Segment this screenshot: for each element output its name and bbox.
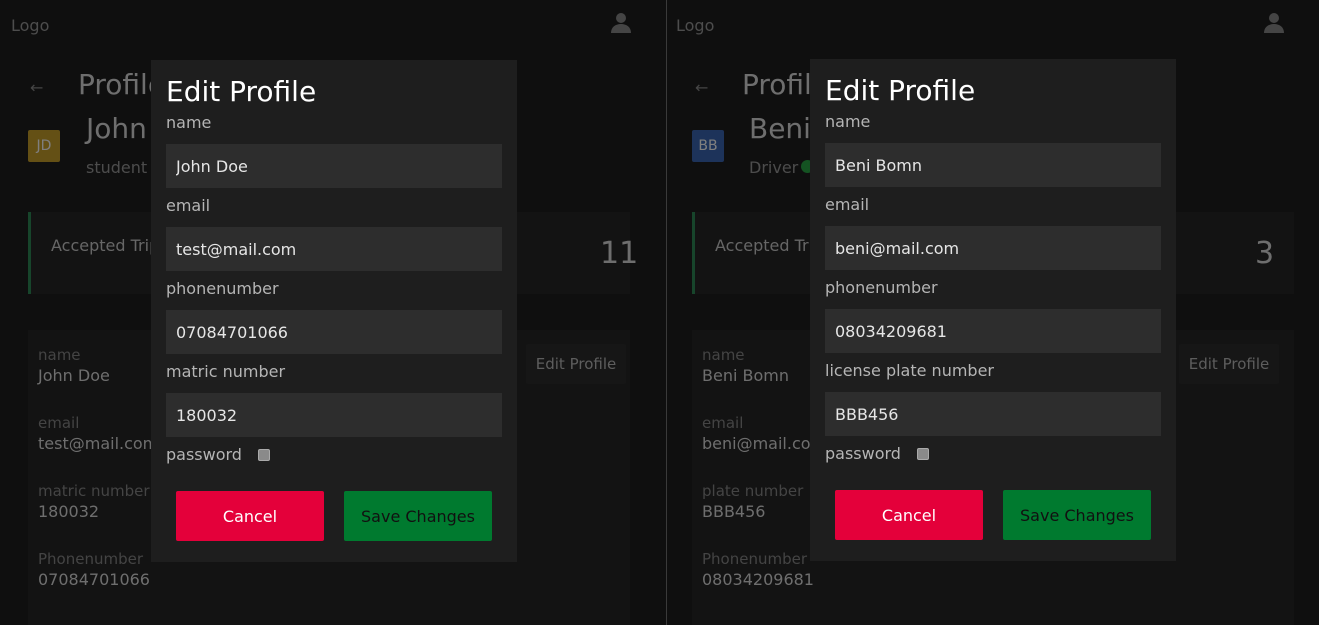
matric-number-input[interactable] bbox=[166, 393, 502, 437]
password-row: password bbox=[166, 443, 502, 467]
modal-title: Edit Profile bbox=[166, 75, 317, 108]
email-input[interactable] bbox=[166, 227, 502, 271]
cancel-button[interactable]: Cancel bbox=[176, 491, 324, 541]
cancel-button[interactable]: Cancel bbox=[835, 490, 983, 540]
save-changes-button[interactable]: Save Changes bbox=[344, 491, 492, 541]
profile-screen-student: Logo ← Profile JD John Doe student Accep… bbox=[0, 0, 666, 625]
modal-actions: Cancel Save Changes bbox=[825, 490, 1161, 540]
name-input[interactable] bbox=[825, 143, 1161, 187]
phonenumber-label: phonenumber bbox=[825, 278, 938, 297]
email-label: email bbox=[166, 196, 211, 215]
password-row: password bbox=[825, 442, 1161, 466]
name-label: name bbox=[825, 112, 871, 131]
name-input[interactable] bbox=[166, 144, 502, 188]
profile-screen-driver: Logo ← Profile BB Beni Bomn Driver Accep… bbox=[667, 0, 1319, 625]
password-checkbox[interactable] bbox=[916, 448, 929, 460]
password-label: password bbox=[166, 445, 242, 464]
save-changes-button[interactable]: Save Changes bbox=[1003, 490, 1151, 540]
license-plate-number-label: license plate number bbox=[825, 361, 994, 380]
name-label: name bbox=[166, 113, 212, 132]
license-plate-number-input[interactable] bbox=[825, 392, 1161, 436]
phonenumber-input[interactable] bbox=[825, 309, 1161, 353]
matric-number-label: matric number bbox=[166, 362, 286, 381]
edit-profile-modal: Edit Profile name email phonenumber lice… bbox=[810, 59, 1176, 561]
password-checkbox[interactable] bbox=[257, 449, 270, 461]
modal-actions: Cancel Save Changes bbox=[166, 491, 502, 541]
phonenumber-input[interactable] bbox=[166, 310, 502, 354]
email-input[interactable] bbox=[825, 226, 1161, 270]
edit-profile-modal: Edit Profile name email phonenumber matr… bbox=[151, 60, 517, 562]
password-label: password bbox=[825, 444, 901, 463]
phonenumber-label: phonenumber bbox=[166, 279, 279, 298]
email-label: email bbox=[825, 195, 870, 214]
modal-title: Edit Profile bbox=[825, 74, 976, 107]
